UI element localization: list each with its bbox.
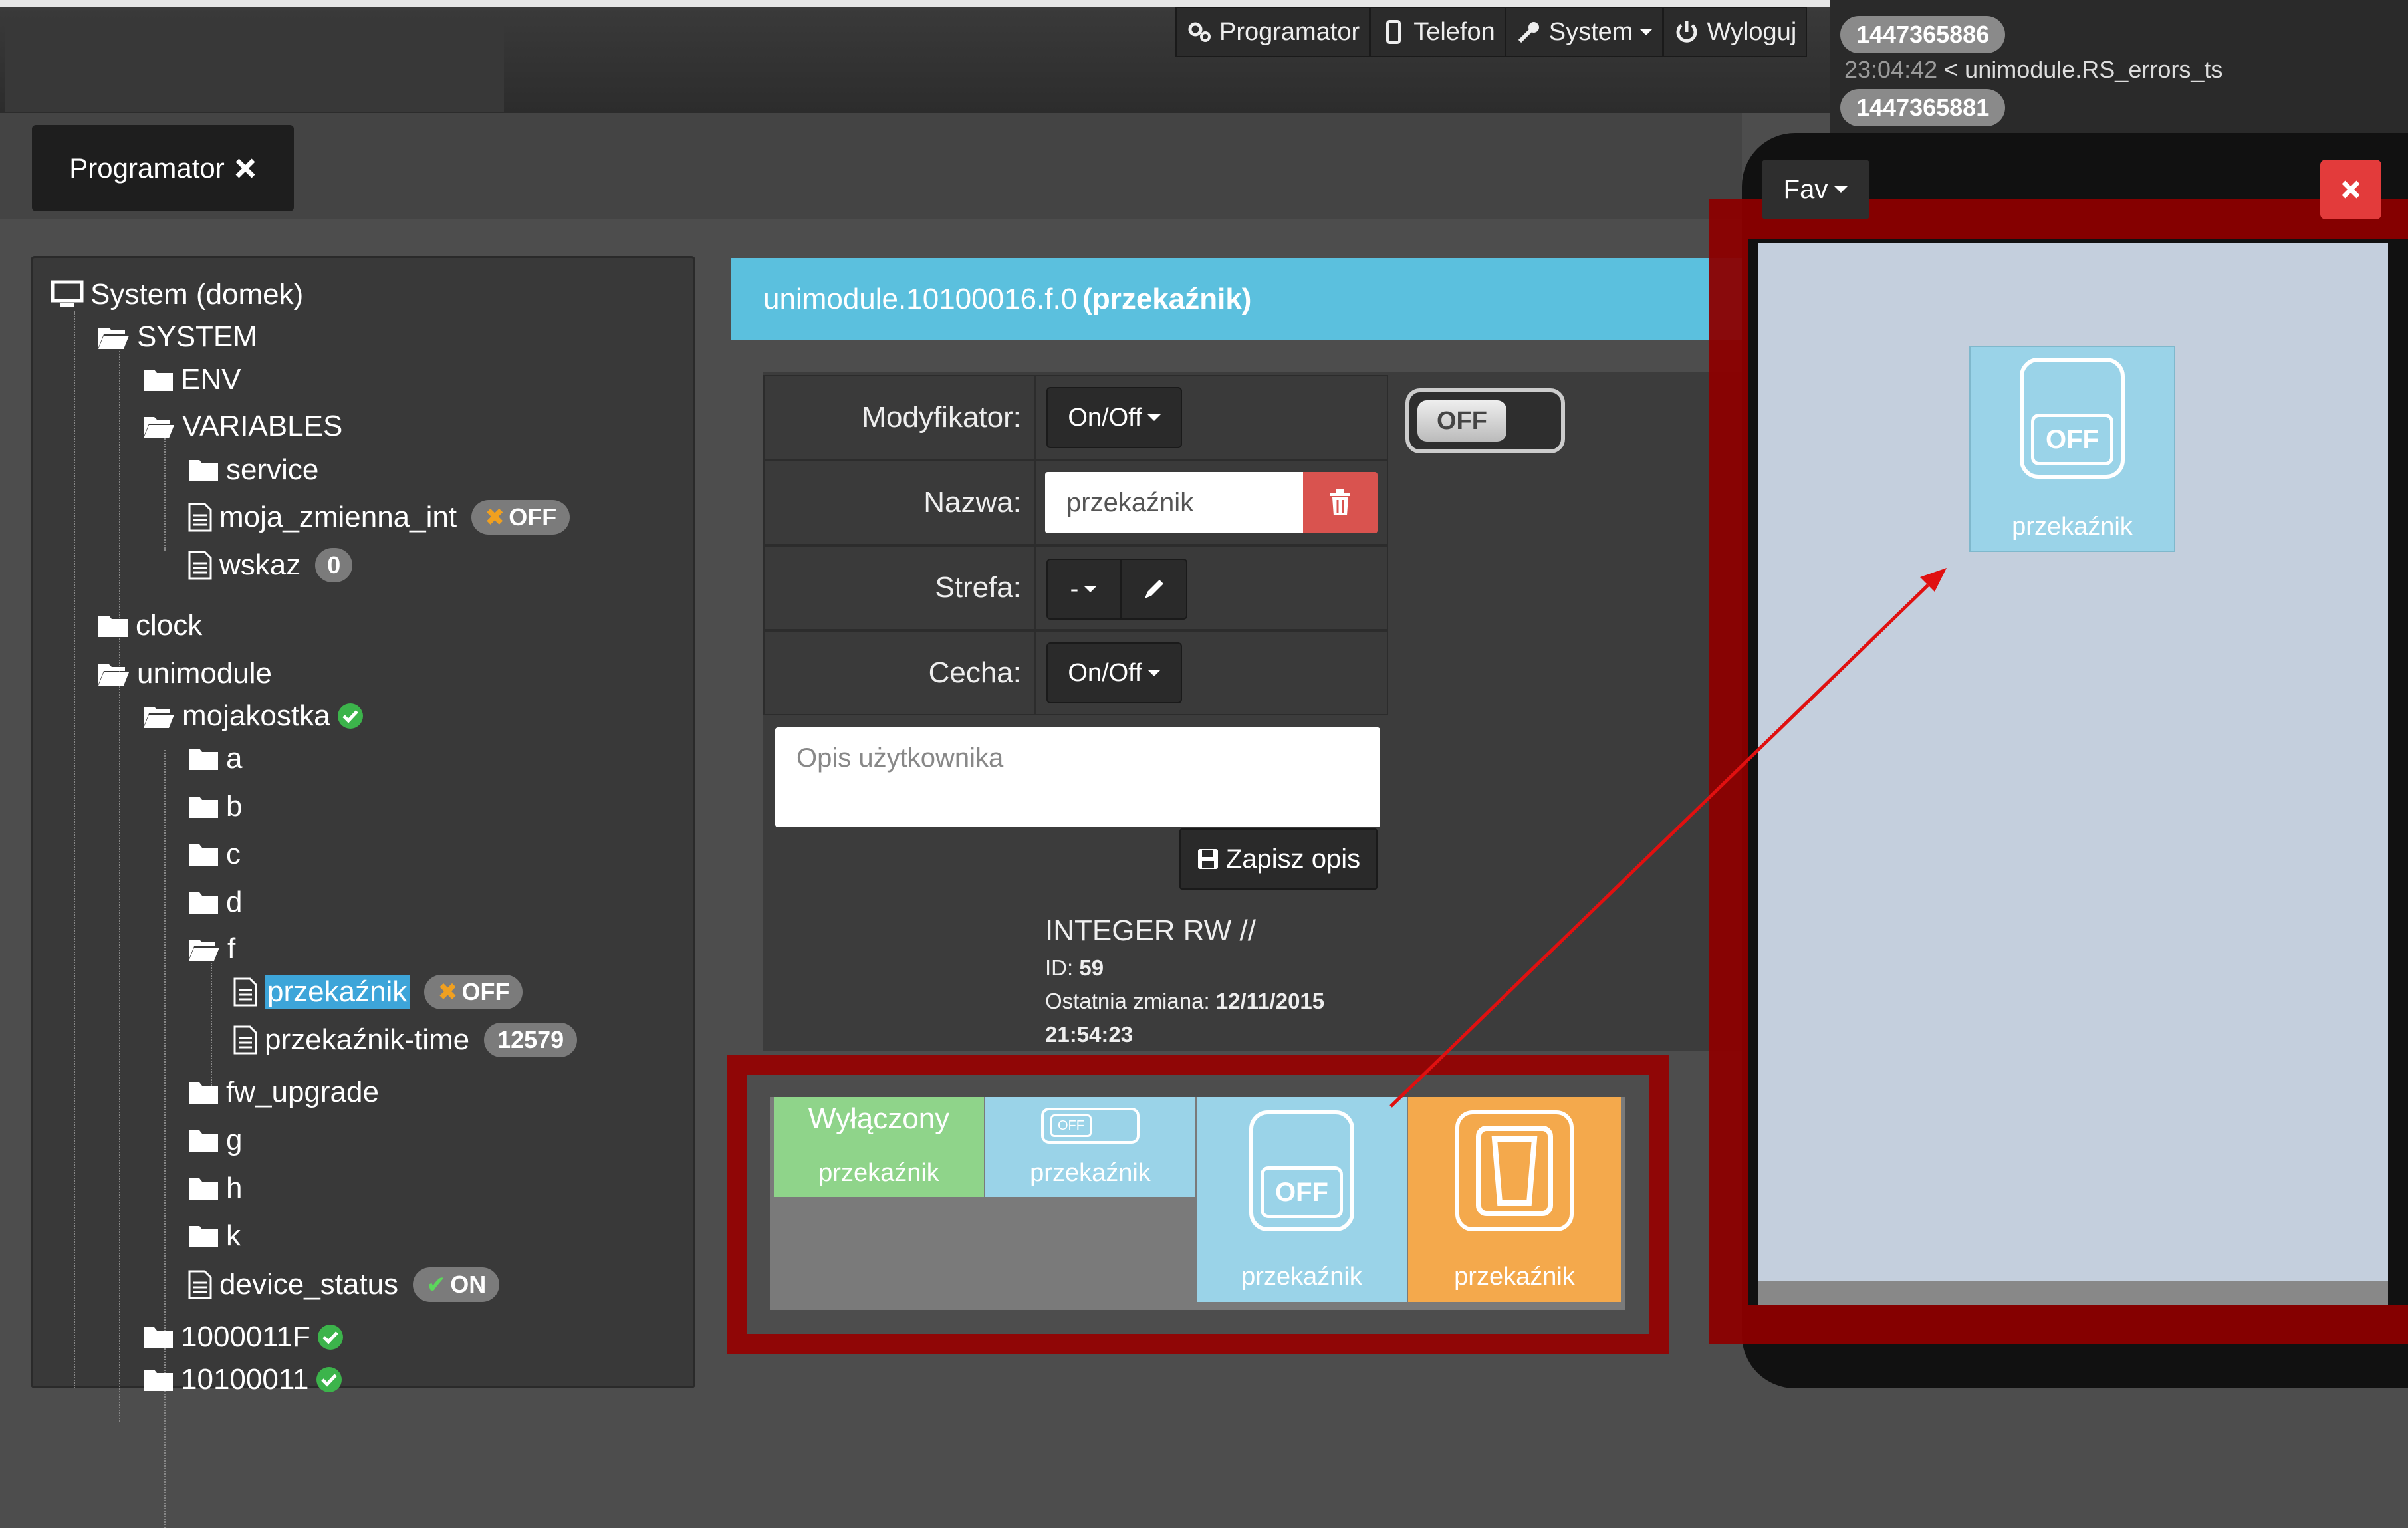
drag-arrow-overlay [1389,568,1947,1108]
drag-arrow-line [1389,584,1929,1108]
